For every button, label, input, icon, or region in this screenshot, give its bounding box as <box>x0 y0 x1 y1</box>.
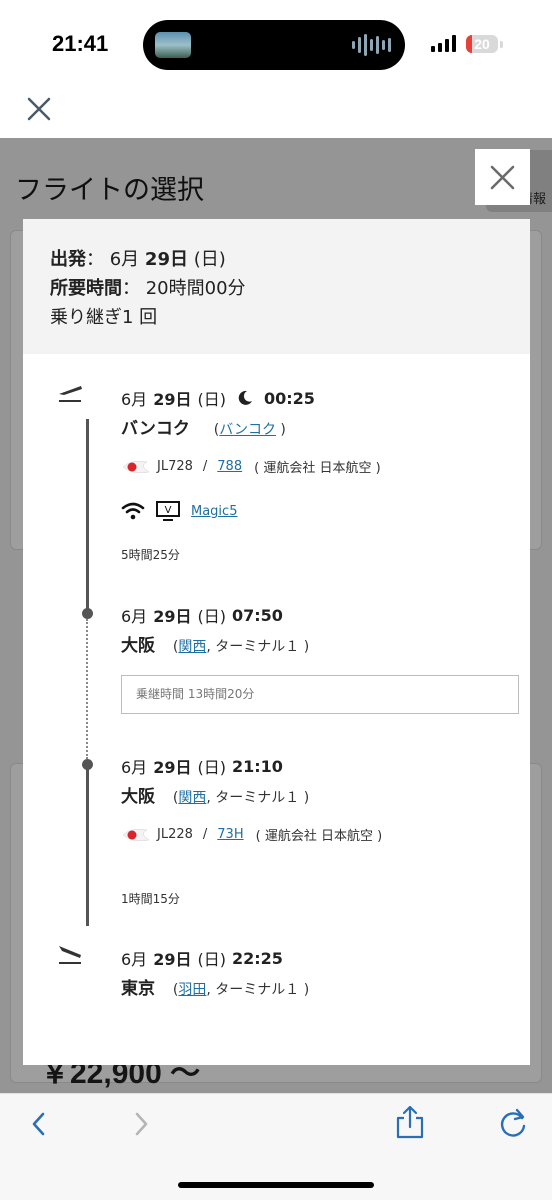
timeline-stop-dot <box>82 759 93 770</box>
flight-summary: 出発： 6月 29日 (日) 所要時間： 20時間00分 乗り継ぎ1 回 <box>23 219 530 354</box>
onboard-services: V Magic5 <box>121 500 237 522</box>
browser-top-bar <box>0 90 552 138</box>
jal-logo-icon <box>122 828 150 841</box>
battery-tip <box>500 41 503 48</box>
takeoff-icon <box>59 386 82 402</box>
modal-close-button[interactable] <box>475 149 530 205</box>
arrival-2-datetime: 6月 29日 (日) 22:25 <box>121 948 283 970</box>
timeline-line <box>86 419 89 614</box>
night-moon-icon <box>238 390 252 405</box>
airport-link-bangkok[interactable]: バンコク <box>219 422 276 438</box>
status-bar: 21:41 20 <box>0 0 552 90</box>
departure-summary: 出発： 6月 29日 (日) <box>50 249 226 270</box>
reload-icon[interactable] <box>497 1106 529 1140</box>
departure-datetime: 6月 29日 (日) 00:25 <box>121 388 315 410</box>
duration-summary: 所要時間： 20時間00分 <box>50 278 246 299</box>
battery-percent: 20 <box>474 36 490 52</box>
departure-2-city: 大阪 (関西, ターミナル１ ) <box>121 787 310 807</box>
entertainment-link-magic5[interactable]: Magic5 <box>191 504 237 519</box>
home-indicator[interactable] <box>178 1182 374 1188</box>
close-icon[interactable] <box>24 94 54 124</box>
now-playing-thumbnail <box>155 32 191 58</box>
close-icon <box>490 165 515 190</box>
timeline-stop-dot <box>82 608 93 619</box>
wifi-icon <box>121 502 145 520</box>
svg-text:V: V <box>165 505 172 516</box>
transfer-summary: 乗り継ぎ1 回 <box>50 307 158 328</box>
arrival-2-city: 東京 (羽田, ターミナル１ ) <box>121 979 310 999</box>
back-arrow-icon[interactable] <box>28 1110 50 1138</box>
flight-segment-2: JL228 / 73H ( 運航会社 日本航空 ) <box>121 825 382 844</box>
arrival-1-city: 大阪 (関西, ターミナル１ ) <box>121 636 310 656</box>
segment-1-duration: 5時間25分 <box>121 548 180 562</box>
cellular-signal-icon <box>431 34 456 52</box>
share-icon[interactable] <box>394 1104 426 1140</box>
jal-logo-icon <box>122 460 150 473</box>
landing-icon <box>59 946 81 964</box>
flight-segment-1: JL728 / 788 ( 運航会社 日本航空 ) <box>121 457 381 476</box>
airport-link-haneda[interactable]: 羽田 <box>178 982 206 998</box>
timeline-line <box>86 764 89 926</box>
battery-icon: 20 <box>466 35 498 53</box>
tv-entertainment-icon: V <box>156 501 180 521</box>
timeline-transit-line <box>86 619 88 759</box>
departure-city: バンコク (バンコク ) <box>121 419 286 439</box>
forward-arrow-icon[interactable] <box>130 1110 152 1138</box>
airport-link-kansai[interactable]: 関西 <box>178 790 206 806</box>
audio-waveform-icon <box>352 34 391 56</box>
aircraft-link-788[interactable]: 788 <box>217 459 242 474</box>
airport-link-kansai[interactable]: 関西 <box>178 639 206 655</box>
arrival-1-datetime: 6月 29日 (日) 07:50 <box>121 605 283 627</box>
flight-detail-modal: 出発： 6月 29日 (日) 所要時間： 20時間00分 乗り継ぎ1 回 6月 … <box>23 219 530 1065</box>
transit-time-box: 乗継時間 13時間20分 <box>121 675 519 714</box>
dynamic-island[interactable] <box>143 20 405 70</box>
segment-2-duration: 1時間15分 <box>121 892 180 906</box>
departure-2-datetime: 6月 29日 (日) 21:10 <box>121 756 283 778</box>
aircraft-link-73h[interactable]: 73H <box>217 827 243 842</box>
status-time: 21:41 <box>52 31 109 56</box>
